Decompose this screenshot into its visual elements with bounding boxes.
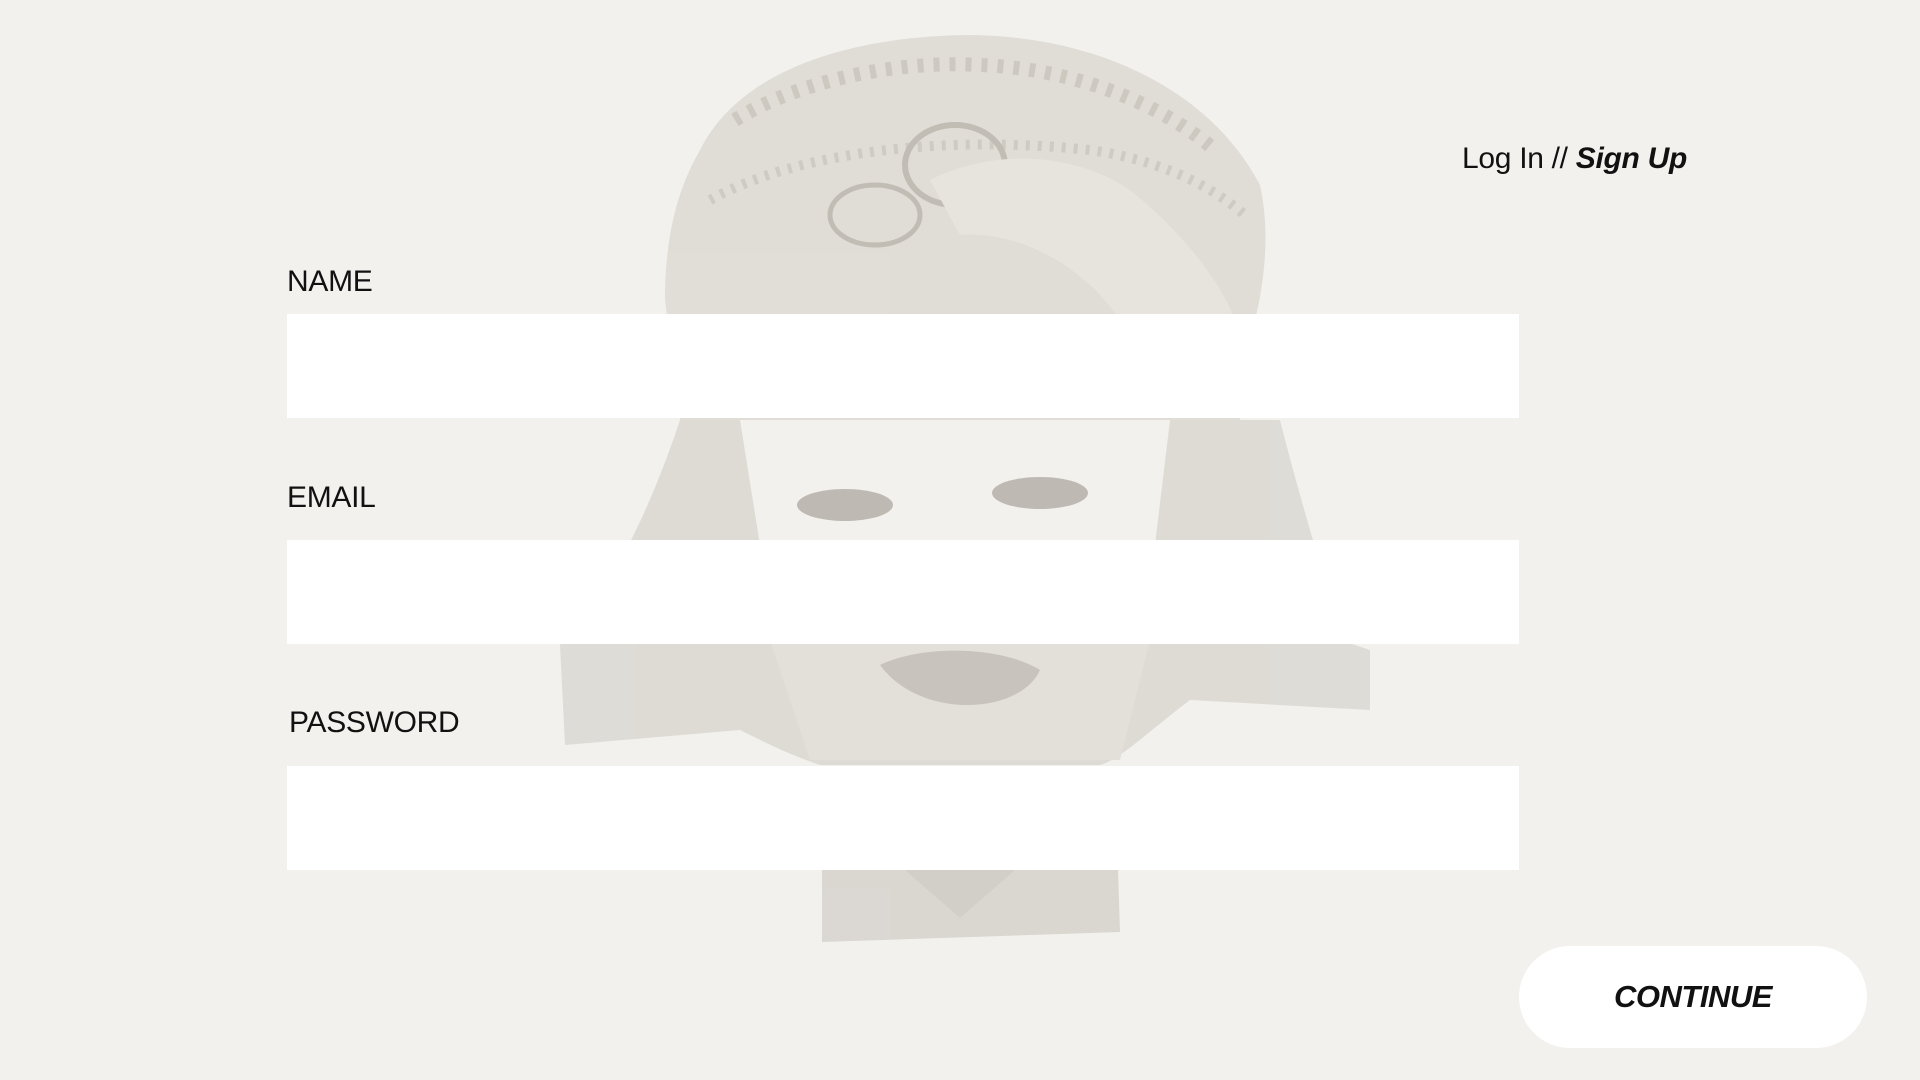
login-link[interactable]: Log In — [1462, 142, 1544, 175]
name-label: NAME — [287, 265, 373, 298]
email-label: EMAIL — [287, 481, 376, 514]
eye-left-shape — [797, 489, 893, 521]
email-input[interactable] — [287, 540, 1519, 644]
continue-button[interactable]: CONTINUE — [1519, 946, 1867, 1048]
signup-link[interactable]: Sign Up — [1576, 142, 1688, 175]
auth-separator: // — [1543, 142, 1576, 175]
auth-mode-toggle: Log In // Sign Up — [1462, 142, 1687, 176]
eye-right-shape — [992, 477, 1088, 509]
name-input[interactable] — [287, 314, 1519, 418]
password-label: PASSWORD — [289, 706, 460, 739]
password-input[interactable] — [287, 766, 1519, 870]
